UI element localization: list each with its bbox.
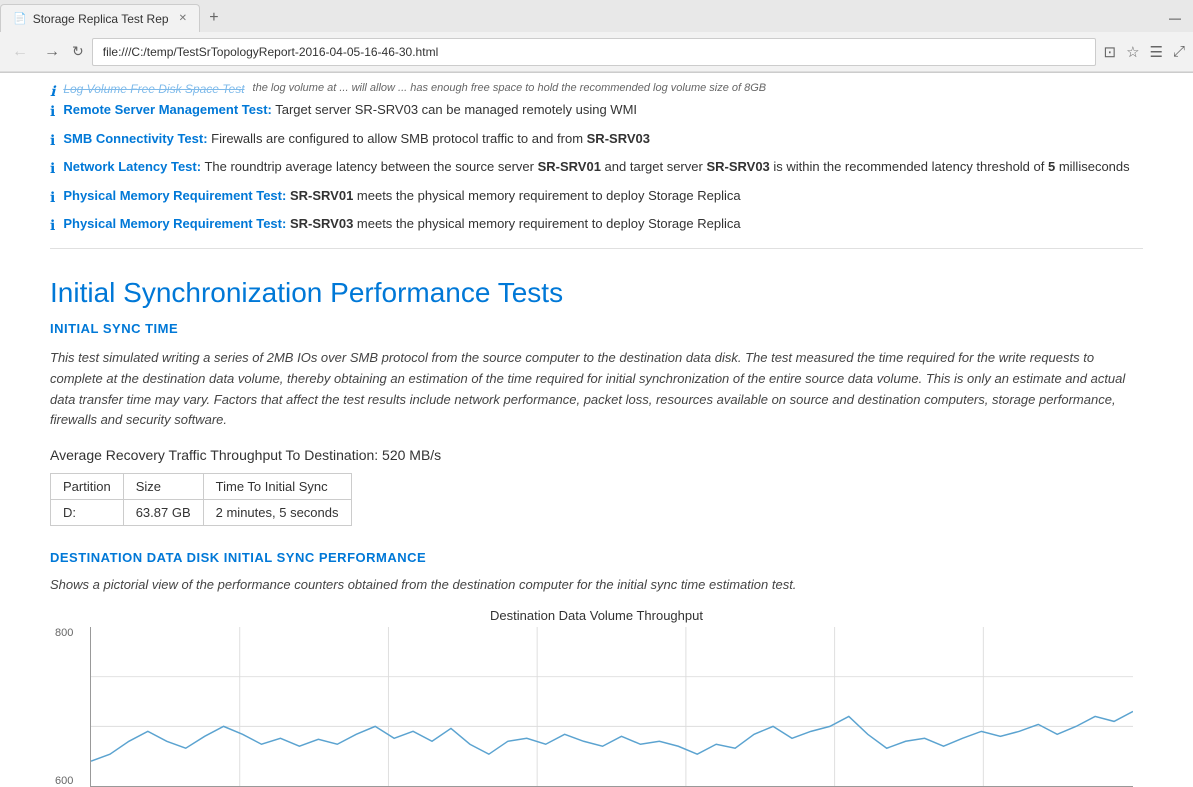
chart-line (91, 712, 1133, 762)
tab-close-icon[interactable]: ✕ (179, 13, 187, 24)
y-label-600: 600 (55, 775, 73, 787)
info-icon-memory2: ℹ (50, 216, 55, 236)
info-icon-network: ℹ (50, 159, 55, 179)
info-label-smb: SMB Connectivity Test: (63, 131, 207, 146)
info-text-memory1: Physical Memory Requirement Test: SR-SRV… (63, 187, 740, 205)
info-item-network: ℹ Network Latency Test: The roundtrip av… (50, 154, 1143, 183)
cell-partition: D: (51, 500, 124, 526)
sync-table: Partition Size Time To Initial Sync D: 6… (50, 473, 352, 526)
table-row: D: 63.87 GB 2 minutes, 5 seconds (51, 500, 352, 526)
reading-view-icon[interactable]: ⊡ (1104, 43, 1117, 61)
info-label-memory2: Physical Memory Requirement Test: (63, 216, 286, 231)
tab-title: Storage Replica Test Rep (33, 12, 169, 26)
description-text: This test simulated writing a series of … (50, 348, 1143, 431)
info-icon-remote: ℹ (50, 102, 55, 122)
address-bar: ← → ↻ ⊡ ☆ ☰ ⤢ (0, 32, 1193, 72)
info-icon-memory1: ℹ (50, 188, 55, 208)
info-text-partial: Log Volume Free Disk Space Test (63, 81, 244, 97)
minimize-button[interactable]: — (1157, 11, 1193, 25)
info-label-memory1: Physical Memory Requirement Test: (63, 188, 286, 203)
info-text-remote: Remote Server Management Test: Target se… (63, 101, 637, 119)
info-text-partial2: the log volume at ... will allow ... has… (253, 81, 767, 96)
cell-size: 63.87 GB (123, 500, 203, 526)
tab-favicon-icon: 📄 (13, 12, 27, 25)
info-icon-partial: ℹ (50, 82, 55, 97)
chart-title: Destination Data Volume Throughput (50, 608, 1143, 623)
chart-container: Destination Data Volume Throughput 800 6… (50, 608, 1143, 787)
browser-chrome: 📄 Storage Replica Test Rep ✕ + — ← → ↻ ⊡… (0, 0, 1193, 73)
favorites-icon[interactable]: ☆ (1126, 43, 1139, 61)
extend-icon[interactable]: ⤢ (1173, 43, 1185, 60)
dest-section: DESTINATION DATA DISK INITIAL SYNC PERFO… (50, 550, 1143, 787)
col-size: Size (123, 474, 203, 500)
url-input[interactable] (92, 38, 1096, 66)
y-label-800: 800 (55, 627, 73, 639)
page-content: ℹ Log Volume Free Disk Space Test the lo… (0, 73, 1193, 787)
cell-time: 2 minutes, 5 seconds (203, 500, 351, 526)
chart-wrapper: 800 600 (90, 627, 1133, 787)
info-item-partial: ℹ Log Volume Free Disk Space Test the lo… (50, 77, 1143, 97)
back-button[interactable]: ← (8, 39, 32, 65)
new-tab-button[interactable]: + (200, 4, 228, 32)
chart-y-labels: 800 600 (55, 627, 73, 787)
info-label-remote: Remote Server Management Test: (63, 102, 272, 117)
info-item-memory2: ℹ Physical Memory Requirement Test: SR-S… (50, 211, 1143, 240)
info-item-remote: ℹ Remote Server Management Test: Target … (50, 97, 1143, 126)
reload-button[interactable]: ↻ (72, 43, 84, 60)
info-text-memory2: Physical Memory Requirement Test: SR-SRV… (63, 215, 740, 233)
info-item-smb: ℹ SMB Connectivity Test: Firewalls are c… (50, 126, 1143, 155)
chart-svg (90, 627, 1133, 787)
info-item-memory1: ℹ Physical Memory Requirement Test: SR-S… (50, 183, 1143, 212)
info-items-section: ℹ Log Volume Free Disk Space Test the lo… (50, 73, 1143, 249)
toolbar-icons: ⊡ ☆ ☰ ⤢ (1104, 43, 1186, 61)
col-time: Time To Initial Sync (203, 474, 351, 500)
active-tab[interactable]: 📄 Storage Replica Test Rep ✕ (0, 4, 200, 32)
main-section-heading: Initial Synchronization Performance Test… (50, 277, 1143, 309)
throughput-label: Average Recovery Traffic Throughput To D… (50, 447, 1143, 463)
initial-sync-heading: INITIAL SYNC TIME (50, 321, 1143, 336)
dest-heading: DESTINATION DATA DISK INITIAL SYNC PERFO… (50, 550, 1143, 565)
forward-button[interactable]: → (40, 39, 64, 65)
menu-icon[interactable]: ☰ (1150, 43, 1163, 61)
info-icon-smb: ℹ (50, 131, 55, 151)
info-label-network: Network Latency Test: (63, 159, 201, 174)
col-partition: Partition (51, 474, 124, 500)
info-text-network: Network Latency Test: The roundtrip aver… (63, 158, 1129, 176)
info-text-smb: SMB Connectivity Test: Firewalls are con… (63, 130, 650, 148)
tab-bar: 📄 Storage Replica Test Rep ✕ + — (0, 0, 1193, 32)
dest-description: Shows a pictorial view of the performanc… (50, 577, 1143, 592)
